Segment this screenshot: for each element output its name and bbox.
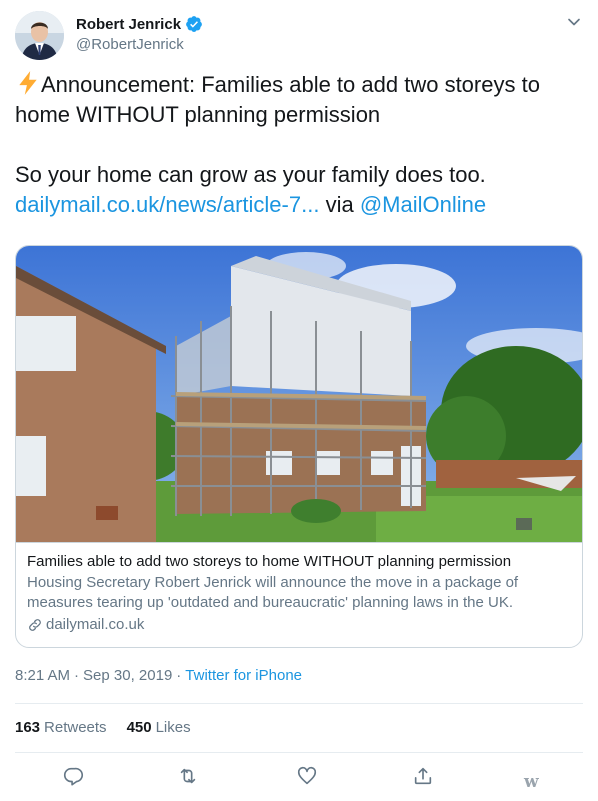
reply-button[interactable] [62, 765, 84, 787]
reply-icon [63, 767, 83, 786]
like-button[interactable] [296, 765, 318, 787]
verified-badge-icon [186, 16, 202, 32]
link-card[interactable]: Families able to add two storeys to home… [15, 245, 583, 648]
retweets-stat[interactable]: 163 Retweets [15, 719, 107, 736]
tweet-line-2: So your home can grow as your family doe… [15, 162, 486, 187]
divider [15, 752, 583, 753]
retweets-count: 163 [15, 719, 41, 736]
tweet-paragraph-3: dailymail.co.uk/news/article-7... via @M… [15, 190, 583, 220]
card-domain: dailymail.co.uk [46, 616, 145, 633]
tweet-time[interactable]: 8:21 AM [15, 667, 70, 684]
likes-count: 450 [126, 719, 152, 736]
link-icon [29, 619, 41, 631]
article-link[interactable]: dailymail.co.uk/news/article-7... [15, 192, 319, 217]
retweet-button[interactable] [177, 765, 199, 787]
chevron-down-icon[interactable] [564, 12, 584, 32]
meta-separator-1: · [74, 667, 80, 684]
retweets-label: Retweets [44, 719, 107, 736]
mention-link[interactable]: @MailOnline [360, 192, 486, 217]
likes-stat[interactable]: 450 Likes [127, 719, 191, 736]
card-image [16, 246, 582, 542]
via-text: via [325, 192, 354, 217]
author-name[interactable]: Robert Jenrick [76, 16, 181, 33]
tweet-stats: 163 Retweets 450 Likes [15, 719, 191, 736]
share-icon [414, 767, 432, 785]
card-domain-row: dailymail.co.uk [27, 615, 571, 635]
meta-separator-2: · [176, 667, 182, 684]
tweet-paragraph-1: Announcement: Families able to add two s… [15, 70, 583, 130]
retweet-icon [180, 768, 196, 784]
likes-label: Likes [155, 719, 191, 736]
lightning-emoji-icon [19, 71, 37, 95]
tweet-line-1: Announcement: Families able to add two s… [15, 72, 540, 127]
tweet-text: Announcement: Families able to add two s… [15, 70, 583, 220]
author-handle[interactable]: @RobertJenrick [76, 36, 203, 53]
tweet: Robert Jenrick @RobertJenrick Announceme… [0, 0, 598, 801]
action-bar [0, 765, 598, 791]
card-description: Housing Secretary Robert Jenrick will an… [27, 574, 519, 611]
author-name-row: Robert Jenrick [76, 14, 203, 34]
tweet-date[interactable]: Sep 30, 2019 [83, 667, 172, 684]
divider [15, 703, 583, 704]
heart-icon [297, 766, 317, 785]
tweet-source[interactable]: Twitter for iPhone [185, 667, 302, 684]
card-title: Families able to add two storeys to home… [27, 553, 512, 570]
tweet-paragraph-gap [15, 130, 583, 160]
watermark-logo: w [524, 772, 539, 792]
tweet-meta: 8:21 AM · Sep 30, 2019 · Twitter for iPh… [15, 667, 302, 684]
share-button[interactable] [412, 765, 434, 787]
card-body: Families able to add two storeys to home… [16, 542, 582, 647]
tweet-paragraph-2: So your home can grow as your family doe… [15, 160, 583, 190]
author-block: Robert Jenrick @RobertJenrick [76, 14, 203, 53]
avatar[interactable] [15, 11, 64, 60]
avatar-image [15, 11, 64, 60]
